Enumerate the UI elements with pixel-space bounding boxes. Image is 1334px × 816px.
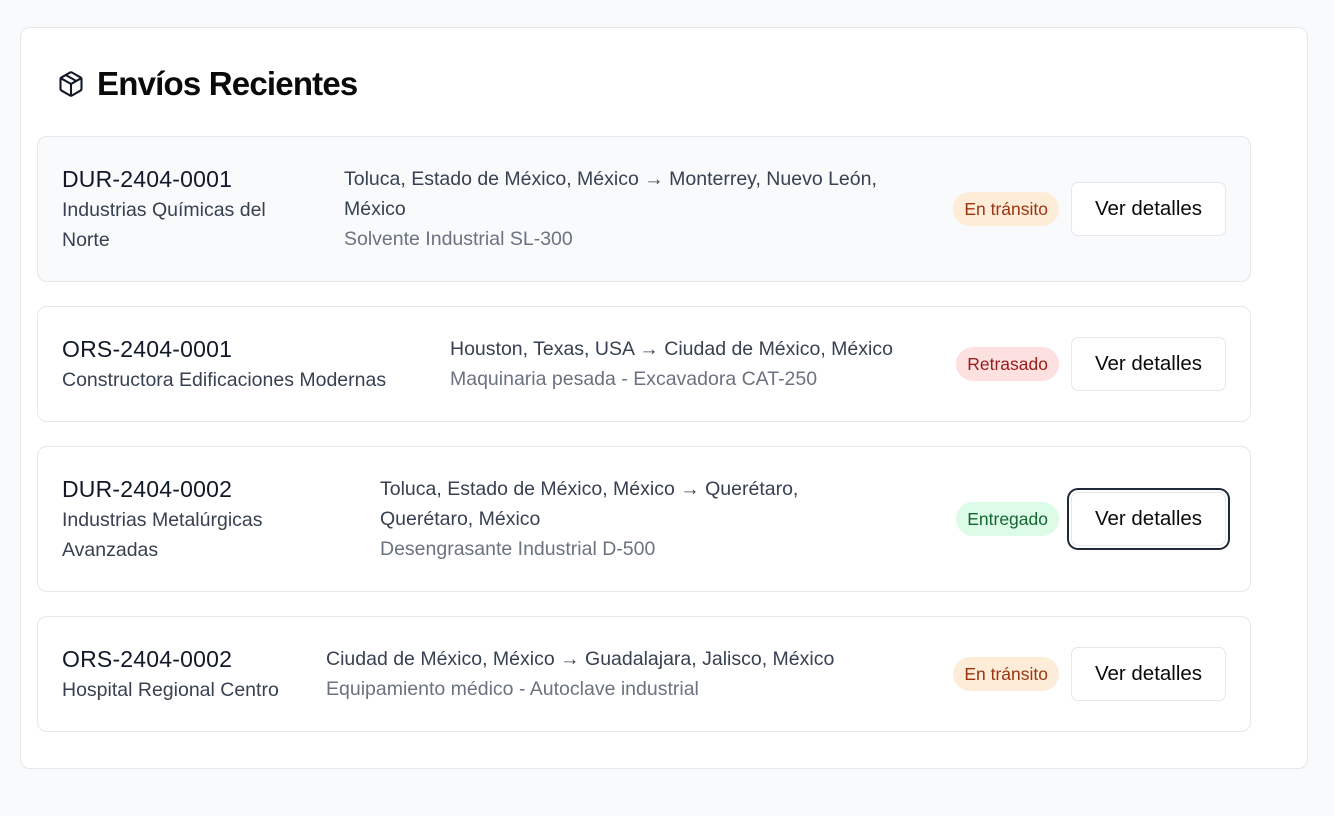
actions-cell: En tránsito Ver detalles [953,182,1226,236]
view-details-button[interactable]: Ver detalles [1071,492,1226,546]
route: Toluca, Estado de México, México → Queré… [380,478,799,530]
shipment-id-cell: ORS-2404-0001 Constructora Edificaciones… [62,333,450,395]
status-badge: En tránsito [953,192,1059,226]
route: Ciudad de México, México → Guadalajara, … [326,648,835,670]
route-cell: Toluca, Estado de México, México → Monte… [344,164,945,254]
route-cell: Ciudad de México, México → Guadalajara, … [326,644,945,704]
shipment-id-cell: DUR-2404-0002 Industrias Metalúrgicas Av… [62,473,380,565]
company-name: Constructora Edificaciones Modernas [62,369,387,391]
shipment-id: ORS-2404-0001 [62,336,233,362]
company-name: Industrias Metalúrgicas Avanzadas [62,509,263,561]
company-name: Hospital Regional Centro [62,679,279,701]
shipment-row: ORS-2404-0001 Constructora Edificaciones… [37,306,1251,422]
actions-cell: Entregado Ver detalles [956,492,1226,546]
shipment-row: DUR-2404-0001 Industrias Químicas del No… [37,136,1251,282]
card-header: Envíos Recientes [57,64,358,104]
view-details-button[interactable]: Ver detalles [1071,182,1226,236]
product: Equipamiento médico - Autoclave industri… [326,678,699,700]
actions-cell: En tránsito Ver detalles [953,647,1226,701]
shipment-id: DUR-2404-0001 [62,166,233,192]
shipment-id-cell: ORS-2404-0002 Hospital Regional Centro [62,643,326,705]
shipment-row: ORS-2404-0002 Hospital Regional Centro C… [37,616,1251,732]
view-details-button[interactable]: Ver detalles [1071,647,1226,701]
status-badge: Entregado [956,502,1059,536]
route: Houston, Texas, USA → Ciudad de México, … [450,338,893,360]
product: Solvente Industrial SL-300 [344,228,573,250]
actions-cell: Retrasado Ver detalles [956,337,1226,391]
shipment-id: DUR-2404-0002 [62,476,233,502]
route-cell: Toluca, Estado de México, México → Queré… [380,474,948,564]
status-badge: En tránsito [953,657,1059,691]
shipment-id: ORS-2404-0002 [62,646,233,672]
product: Maquinaria pesada - Excavadora CAT-250 [450,368,818,390]
shipment-row: DUR-2404-0002 Industrias Metalúrgicas Av… [37,446,1251,592]
route-cell: Houston, Texas, USA → Ciudad de México, … [450,334,948,394]
product: Desengrasante Industrial D-500 [380,538,656,560]
shipment-id-cell: DUR-2404-0001 Industrias Químicas del No… [62,163,344,255]
view-details-button[interactable]: Ver detalles [1071,337,1226,391]
status-badge: Retrasado [956,347,1059,381]
route: Toluca, Estado de México, México → Monte… [344,168,877,220]
package-icon [57,70,85,98]
page-title: Envíos Recientes [97,65,358,102]
company-name: Industrias Químicas del Norte [62,199,266,251]
